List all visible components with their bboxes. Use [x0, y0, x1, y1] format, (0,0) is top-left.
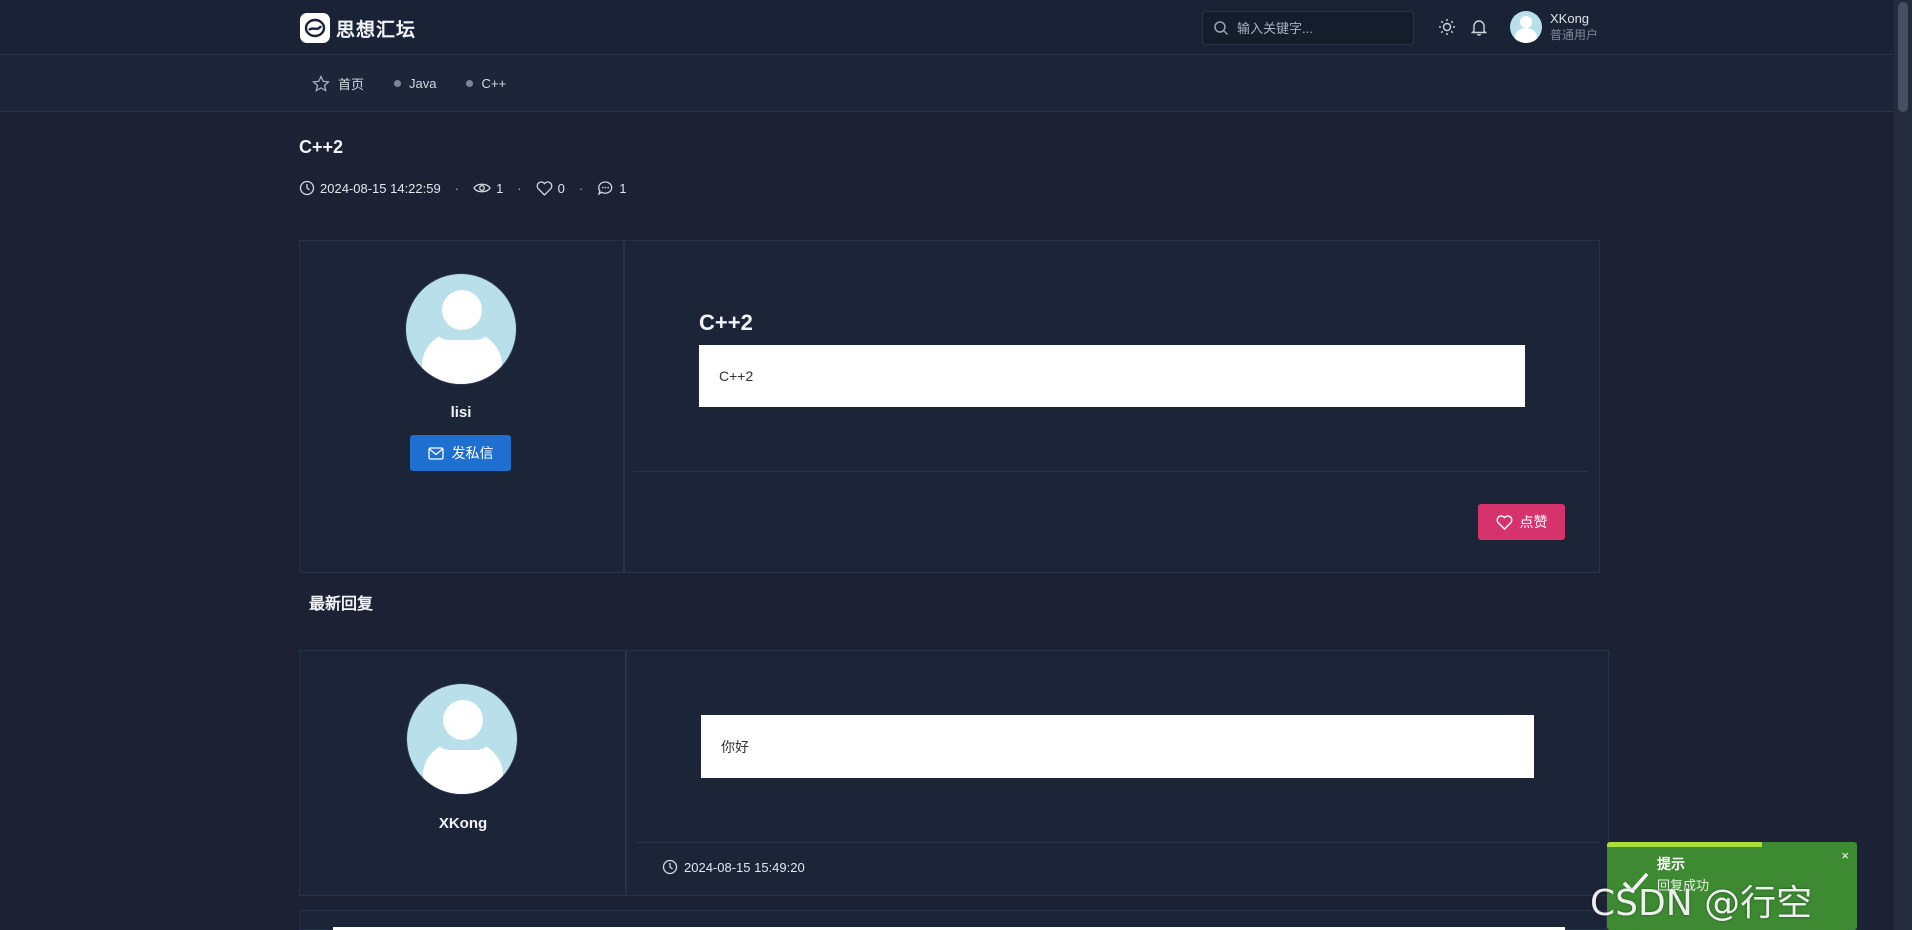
user-name: XKong: [1550, 11, 1590, 26]
breadcrumb-item-cpp[interactable]: C++: [466, 76, 506, 91]
likes-count: 0: [557, 180, 565, 196]
breadcrumb-label: 首页: [338, 77, 365, 92]
replies-heading: 最新回复: [309, 596, 374, 613]
send-message-label: 发私信: [451, 445, 494, 461]
theme-toggle-icon[interactable]: [1437, 17, 1457, 37]
eye-icon: [473, 183, 491, 193]
post-comments: 1: [597, 180, 626, 196]
clock-icon: [299, 180, 315, 196]
star-icon: [312, 74, 330, 92]
clock-icon: [662, 859, 678, 875]
mail-icon: [427, 446, 444, 460]
like-button[interactable]: 点赞: [1478, 504, 1565, 540]
user-role: 普通用户: [1550, 28, 1599, 42]
scrollbar[interactable]: [1894, 0, 1912, 930]
watermark: CSDN @行空XKong: [1590, 883, 1813, 930]
post-meta: 2024-08-15 14:22:59 · 1 · 0 · 1: [299, 180, 626, 196]
breadcrumb-item-java[interactable]: Java: [394, 76, 436, 91]
bell-icon[interactable]: [1469, 17, 1489, 37]
send-message-button[interactable]: 发私信: [410, 435, 511, 471]
reply-datetime: 2024-08-15 15:49:20: [662, 859, 805, 875]
search-icon: [1214, 21, 1229, 36]
close-icon[interactable]: ×: [1841, 848, 1849, 863]
post-likes: 0: [536, 181, 565, 196]
divider: [633, 471, 1588, 472]
views-count: 1: [496, 180, 504, 196]
author-name[interactable]: lisi: [400, 404, 522, 421]
divider: [635, 842, 1600, 843]
reply-author-name[interactable]: XKong: [401, 815, 525, 832]
content-title: C++2: [699, 310, 753, 335]
site-logo[interactable]: 思想汇坛: [300, 13, 416, 43]
comment-icon: [598, 181, 613, 196]
search-box[interactable]: [1202, 11, 1414, 45]
top-header: 思想汇坛 XKong 普: [0, 0, 1894, 55]
breadcrumb-label: Java: [409, 76, 437, 91]
user-menu[interactable]: XKong 普通用户: [1510, 11, 1598, 43]
breadcrumb-item-home[interactable]: 首页: [312, 74, 364, 93]
toast-progress-bar: [1607, 842, 1762, 847]
breadcrumb: 首页 Java C++: [312, 74, 536, 93]
post-body: C++2: [699, 345, 1525, 407]
like-label: 点赞: [1519, 514, 1548, 530]
nav-bar: 首页 Java C++: [0, 56, 1894, 112]
comments-count: 1: [619, 180, 627, 196]
scrollbar-thumb[interactable]: [1898, 2, 1908, 112]
datetime-text: 2024-08-15 15:49:20: [684, 859, 805, 875]
toast-title: 提示: [1657, 856, 1685, 872]
author-avatar[interactable]: [405, 273, 517, 385]
page-title: C++2: [299, 137, 344, 157]
breadcrumb-label: C++: [481, 76, 507, 91]
reply-body: 你好: [701, 715, 1534, 778]
heart-icon: [536, 180, 553, 196]
heart-icon: [1496, 514, 1512, 530]
logo-text: 思想汇坛: [336, 19, 417, 41]
datetime-text: 2024-08-15 14:22:59: [320, 180, 441, 196]
dot-icon: [394, 80, 402, 87]
post-views: 1: [473, 181, 503, 196]
reply-author-avatar[interactable]: [406, 683, 518, 795]
dot-icon: [466, 80, 474, 87]
avatar: [1510, 11, 1542, 43]
post-datetime: 2024-08-15 14:22:59: [299, 180, 441, 196]
logo-icon: [300, 13, 330, 43]
search-input[interactable]: [1237, 20, 1397, 36]
